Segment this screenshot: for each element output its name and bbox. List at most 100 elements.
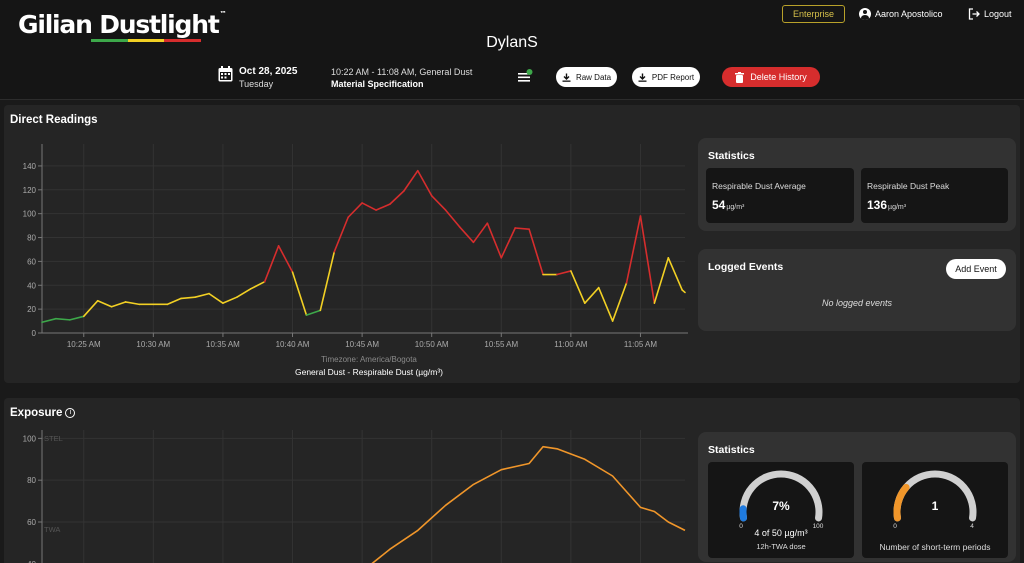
x-tick-label: 10:55 AM (484, 340, 518, 349)
series-segment (472, 222, 489, 244)
y-tick-label: 120 (23, 186, 37, 195)
gauge-fill (893, 483, 910, 522)
calendar-icon (218, 66, 233, 82)
download-icon (562, 73, 571, 82)
direct-readings-chart[interactable]: 0 20 40 60 80 100 120 140 10:25 AM 10:30 AM 10:35… (4, 105, 694, 383)
series-segment (208, 292, 224, 304)
user-name: Aaron Apostolico (875, 9, 943, 19)
material-specification: Material Specification (331, 79, 424, 89)
exposure-statistics-title: Statistics (708, 444, 755, 456)
series-segment (347, 202, 363, 219)
series-segment (375, 203, 391, 211)
y-tick-label: 0 (32, 329, 37, 338)
series-segment (611, 282, 628, 322)
x-tick-label: 10:35 AM (206, 340, 240, 349)
series-segment (110, 301, 127, 308)
series-segment (556, 270, 572, 276)
logo-trademark: ™ (219, 10, 227, 18)
trash-icon (735, 71, 745, 83)
series-segment (458, 225, 475, 244)
series-segment (166, 297, 182, 306)
twa-gauge-caption: 12h-TWA dose (756, 542, 806, 551)
logout-icon (968, 8, 980, 20)
y-axis-ticks: 0 20 40 60 80 100 120 140 (23, 162, 42, 338)
x-tick-label: 11:05 AM (624, 340, 658, 349)
series-segment (55, 317, 71, 321)
series-segment (263, 245, 280, 283)
user-icon (859, 8, 871, 20)
series-segment (570, 270, 586, 304)
stel-gauge-max: 4 (970, 523, 974, 530)
stel-periods-gauge: 1 0 4 Number of short-term periods (862, 462, 1008, 558)
series-segment (82, 299, 99, 318)
series-segment (639, 215, 656, 304)
twa-gauge-detail: 4 of 50 µg/m³ (754, 528, 808, 538)
series-segment (681, 289, 686, 294)
user-menu[interactable]: Aaron Apostolico (859, 8, 943, 20)
device-title: DylanS (486, 34, 538, 51)
logout-label: Logout (984, 9, 1012, 19)
logged-events-card: Logged Events Add Event No logged events (698, 249, 1016, 331)
average-unit: µg/m³ (726, 204, 745, 211)
peak-stat: Respirable Dust Peak 136µg/m³ (861, 168, 1008, 223)
average-label: Respirable Dust Average (712, 181, 806, 191)
series-segment (194, 292, 210, 298)
session-weekday: Tuesday (239, 79, 274, 89)
peak-value-row: 136µg/m³ (867, 198, 906, 212)
series-segment (69, 315, 85, 321)
series-segment (277, 245, 294, 273)
peak-unit: µg/m³ (888, 204, 907, 211)
exposure-line (371, 445, 686, 563)
delete-history-button[interactable]: Delete History (722, 67, 820, 87)
average-value-row: 54µg/m³ (712, 198, 744, 212)
series-segment (41, 317, 57, 324)
app-header: Gilian Dustlight™ DylanS Enterprise Aaro… (0, 0, 1024, 100)
twa-dose-gauge: 7% 0 100 4 of 50 µg/m³ 12h-TWA dose (708, 462, 854, 558)
session-date: Oct 28, 2025 Tuesday (218, 66, 297, 90)
average-stat: Respirable Dust Average 54µg/m³ (706, 168, 854, 223)
twa-reference-label: TWA (44, 525, 60, 534)
raw-data-label: Raw Data (575, 72, 612, 82)
series-segment (361, 202, 377, 211)
session-date-value: Oct 28, 2025 (239, 66, 298, 77)
x-tick-label: 10:25 AM (67, 340, 101, 349)
layers-icon[interactable] (518, 69, 534, 83)
session-time-range: 10:22 AM - 11:08 AM, General Dust (331, 67, 473, 77)
exposure-series-line (371, 445, 686, 563)
x-axis-ticks: 10:25 AM 10:30 AM 10:35 AM 10:40 AM 10:45 AM… (67, 333, 658, 349)
reading-series-line (41, 169, 686, 324)
enterprise-button[interactable]: Enterprise (782, 5, 845, 23)
exposure-panel: Exposurei 406080100 STELTWA Statistics 7… (4, 398, 1020, 563)
y-tick-label: 40 (27, 281, 36, 290)
y-tick-label: 140 (23, 162, 37, 171)
series-segment (444, 209, 461, 228)
logged-events-title: Logged Events (708, 261, 784, 273)
y-tick-label: 60 (27, 257, 36, 266)
series-segment (389, 190, 405, 205)
raw-data-button[interactable]: Raw Data (556, 67, 617, 87)
exposure-statistics-card: Statistics 7% 0 100 4 of 50 µg/m³ 12h-TW… (698, 432, 1016, 562)
logout-button[interactable]: Logout (968, 8, 1012, 20)
add-event-button[interactable]: Add Event (946, 259, 1006, 279)
twa-gauge-value: 7% (772, 499, 790, 513)
x-tick-label: 10:45 AM (345, 340, 379, 349)
stel-reference-label: STEL (44, 434, 63, 443)
timezone-label: Timezone: America/Bogota (321, 355, 417, 364)
stel-gauge-min: 0 (893, 523, 897, 530)
pdf-report-button[interactable]: PDF Report (632, 67, 700, 87)
no-events-message: No logged events (821, 298, 893, 308)
statistics-card: Statistics Respirable Dust Average 54µg/… (698, 138, 1016, 231)
exposure-chart[interactable]: 406080100 STELTWA (4, 398, 694, 563)
x-tick-label: 10:40 AM (276, 340, 310, 349)
peak-label: Respirable Dust Peak (867, 181, 950, 191)
x-tick-label: 10:30 AM (136, 340, 170, 349)
pdf-report-label: PDF Report (651, 72, 695, 82)
series-segment (486, 222, 503, 259)
x-tick-label: 10:50 AM (415, 340, 449, 349)
stel-gauge-caption: Number of short-term periods (879, 542, 991, 552)
series-segment (653, 257, 670, 304)
download-icon (638, 73, 647, 82)
series-segment (625, 215, 642, 284)
y-tick-label: 100 (23, 434, 37, 443)
y-tick-label: 20 (27, 305, 36, 314)
